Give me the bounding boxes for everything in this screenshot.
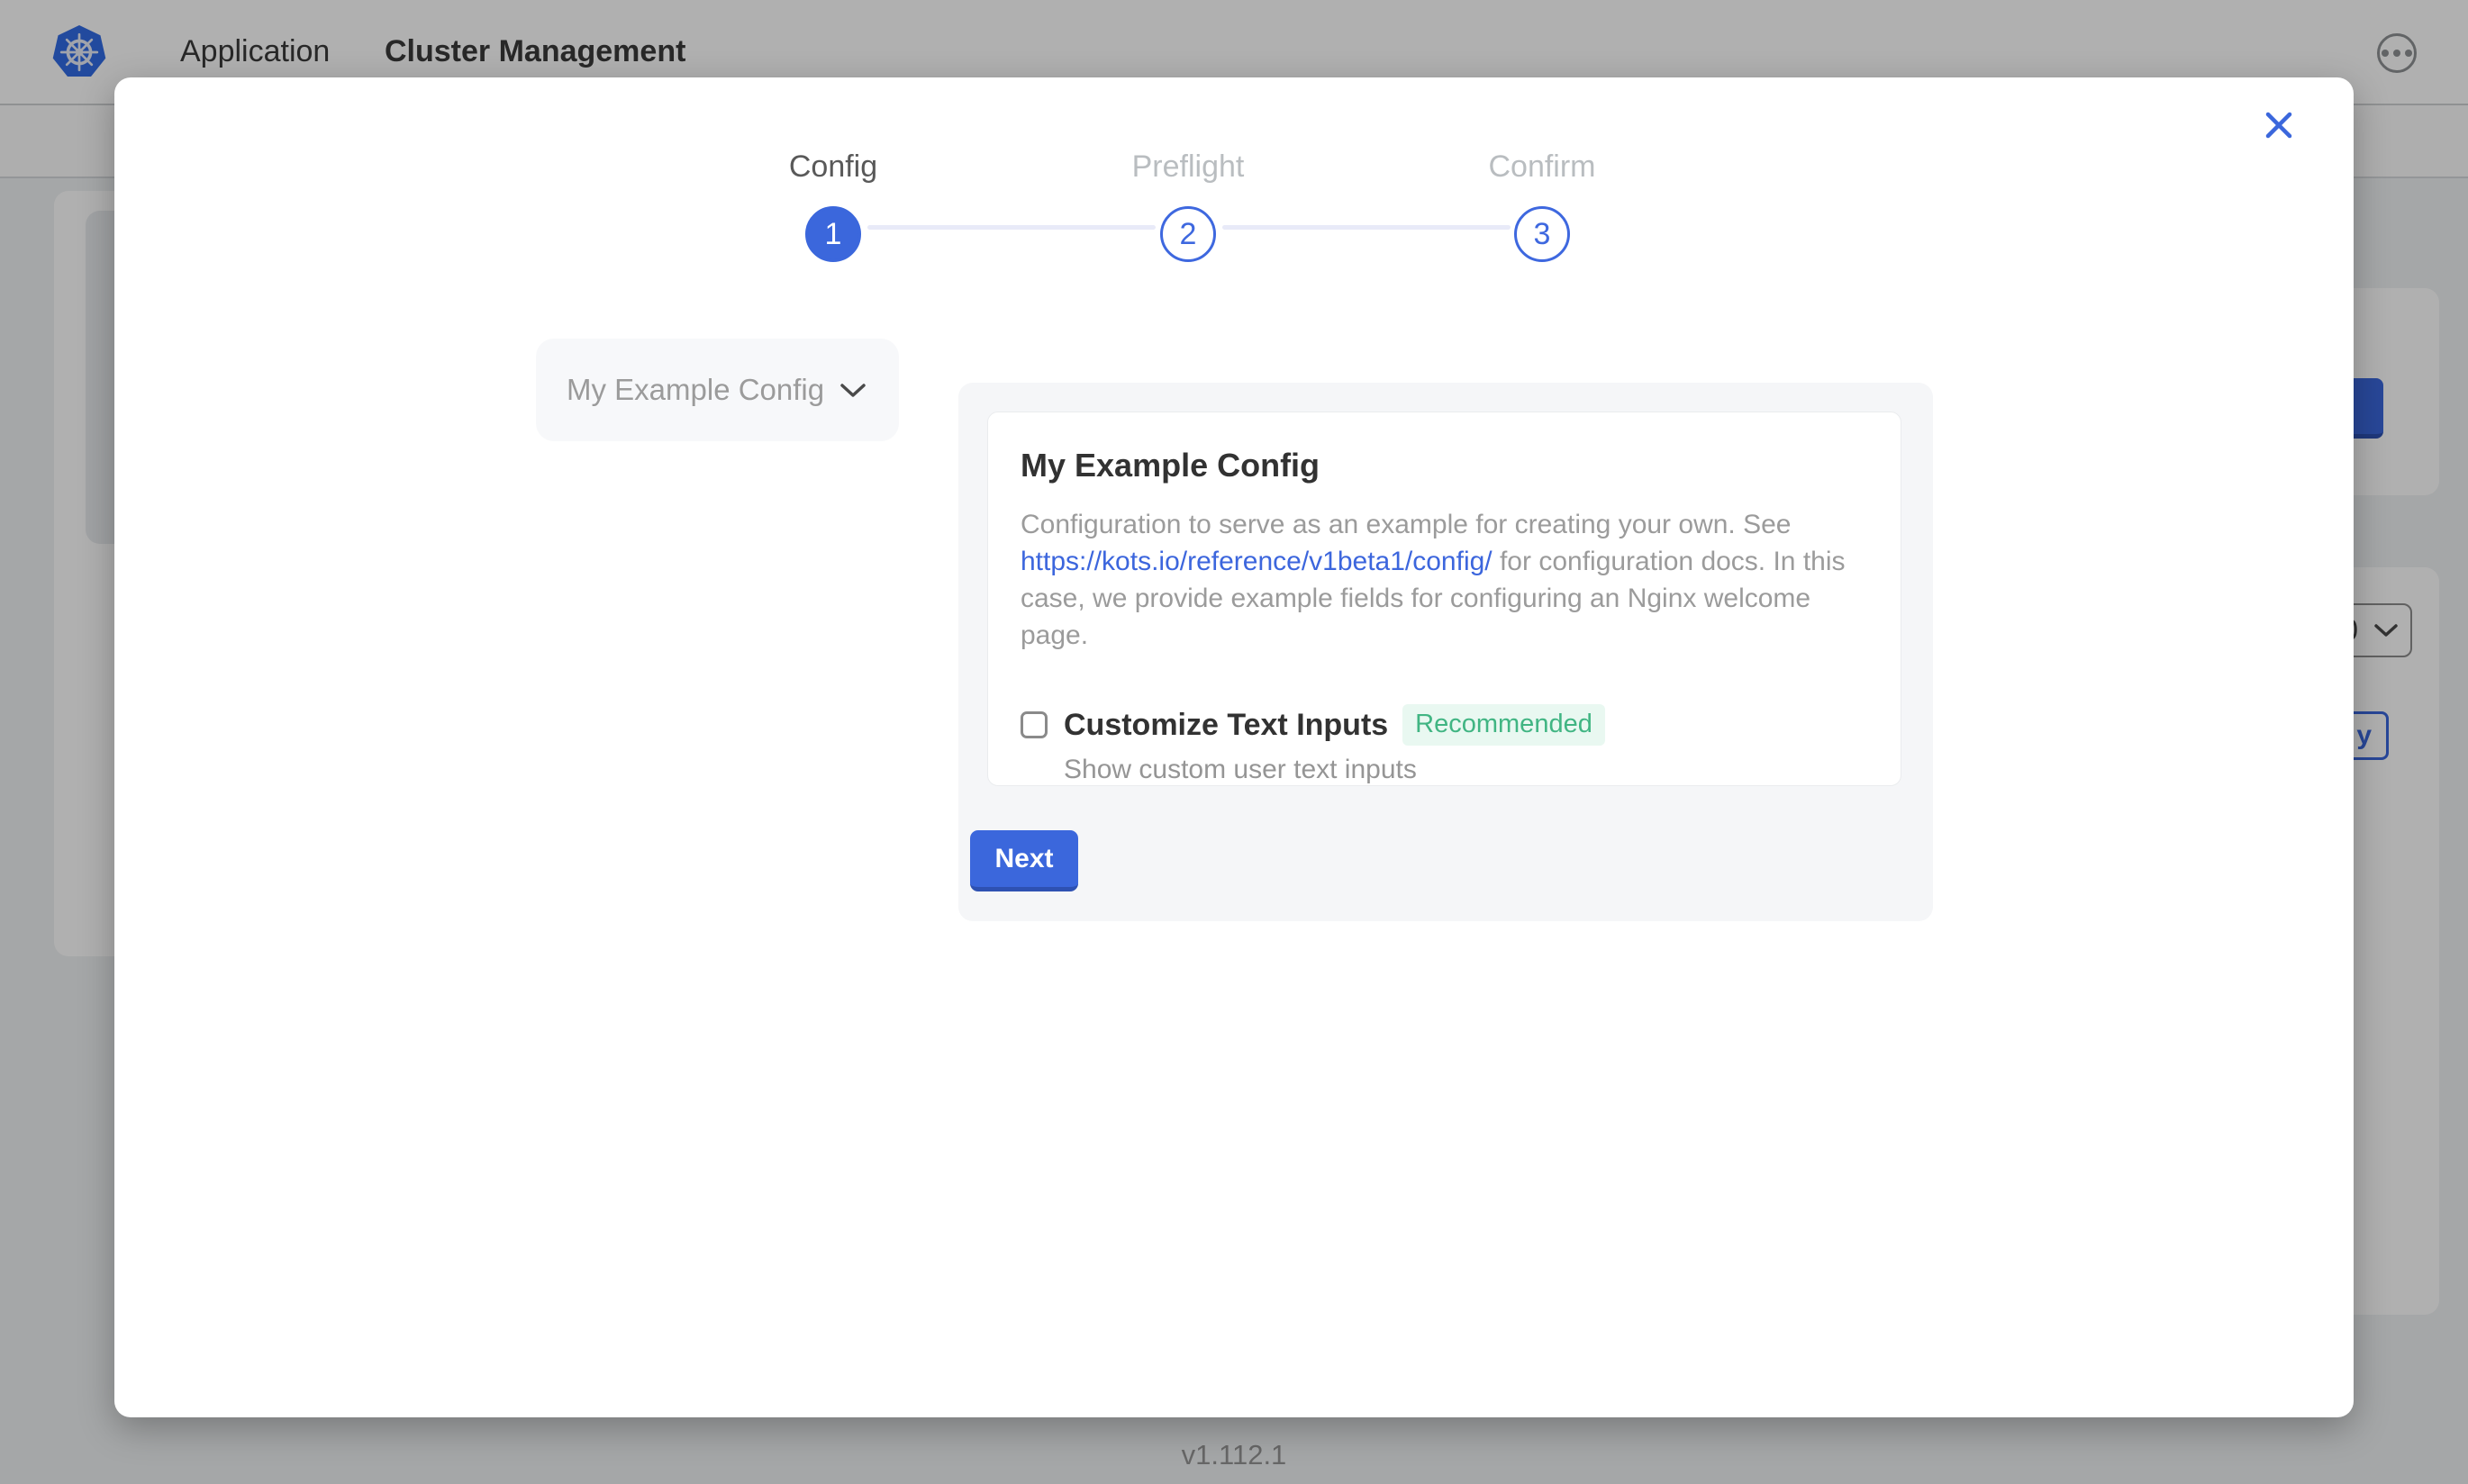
config-group-title: My Example Config: [1021, 447, 1868, 484]
recommended-badge: Recommended: [1402, 704, 1605, 746]
stepper-step-config: Config 1: [698, 149, 968, 262]
customize-text-inputs-label[interactable]: Customize Text Inputs: [1064, 708, 1388, 743]
step-label: Preflight: [1053, 149, 1323, 185]
step-label: Confirm: [1407, 149, 1677, 185]
step-label: Config: [698, 149, 968, 185]
config-wizard-modal: Config 1 Preflight 2 Confirm 3 My Exampl…: [114, 77, 2354, 1417]
chevron-down-icon: [840, 383, 866, 398]
close-icon[interactable]: [2256, 103, 2301, 148]
config-section-panel: My Example Config Configuration to serve…: [958, 383, 1933, 921]
step-number-badge: 2: [1160, 206, 1216, 262]
stepper-step-preflight: Preflight 2: [1053, 149, 1323, 262]
customize-text-inputs-checkbox[interactable]: [1021, 711, 1048, 738]
config-docs-link[interactable]: https://kots.io/reference/v1beta1/config…: [1021, 547, 1493, 576]
config-group-selector-label: My Example Config: [567, 373, 824, 407]
stepper-connector: [1222, 225, 1511, 230]
customize-text-inputs-help-text: Show custom user text inputs: [1064, 755, 1868, 785]
stepper-step-confirm: Confirm 3: [1407, 149, 1677, 262]
description-text: Configuration to serve as an example for…: [1021, 510, 1791, 539]
customize-text-inputs-row: Customize Text Inputs Recommended: [1021, 704, 1868, 746]
stepper-connector: [867, 225, 1156, 230]
config-group-card: My Example Config Configuration to serve…: [987, 412, 1901, 786]
step-number-badge: 1: [805, 206, 861, 262]
config-group-description: Configuration to serve as an example for…: [1021, 506, 1872, 654]
step-number-badge: 3: [1514, 206, 1570, 262]
config-group-selector[interactable]: My Example Config: [536, 339, 899, 441]
next-button[interactable]: Next: [970, 830, 1078, 891]
